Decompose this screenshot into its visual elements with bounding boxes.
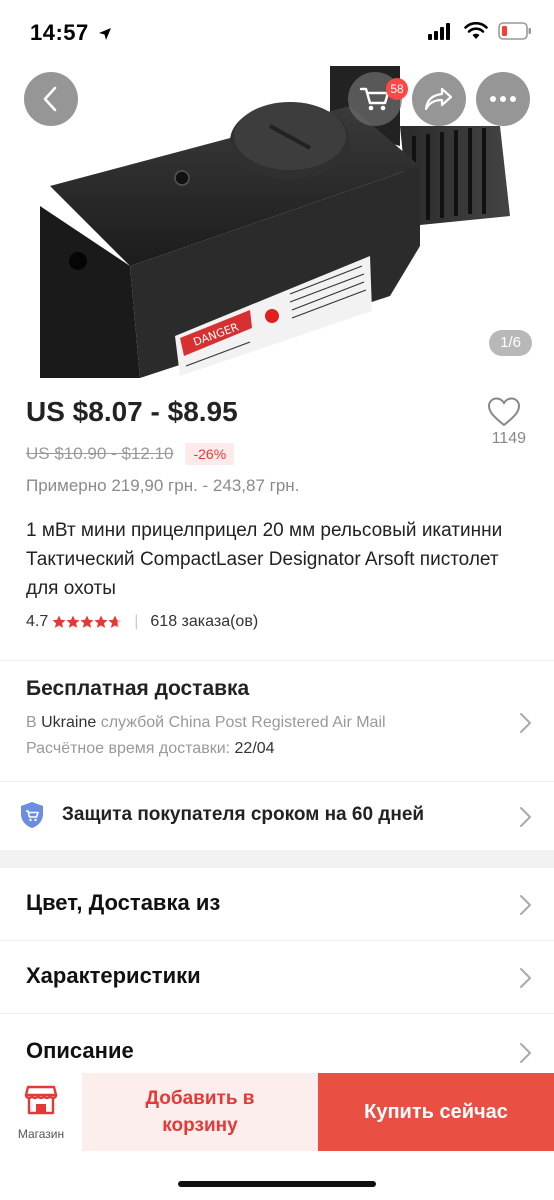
share-icon [424,87,453,111]
product-title: 1 мВт мини прицелприцел 20 мм рельсовый … [26,520,503,599]
more-icon [490,96,516,102]
status-icons [428,22,532,40]
home-indicator [178,1181,376,1187]
chevron-right-icon [520,807,531,827]
rating-separator: | [134,613,139,630]
status-time: 14:57 [30,20,112,46]
price: US $8.07 - $8.95 [26,396,238,427]
divider [0,1013,554,1014]
add-to-cart-button[interactable]: Добавить в корзину [82,1073,318,1151]
buyer-protection-text: Защита покупателя сроком на 60 дней [62,804,425,825]
chevron-right-icon [520,1043,531,1063]
back-icon [43,86,57,112]
star-icon [52,615,66,628]
approx-price: Примерно 219,90 грн. - 243,87 грн. [26,476,300,495]
discount-badge: -26% [185,443,235,465]
store-label: Магазин [17,1127,65,1141]
delivery-estimate: Расчётное время доставки: 22/04 [26,740,275,757]
menu-color-delivery[interactable]: Цвет, Доставка из [0,868,554,940]
product-image: DANGER [40,66,510,378]
wishlist-count: 1149 [491,430,526,447]
star-half-icon [108,615,122,628]
add-to-cart-label: Добавить в корзину [145,1088,255,1136]
menu-color-delivery-label: Цвет, Доставка из [26,890,221,915]
buyer-protection-row[interactable]: Защита покупателя сроком на 60 дней [0,790,554,844]
section-gap [0,850,554,868]
chevron-right-icon [520,968,531,988]
rating-stars [52,615,122,629]
store-button[interactable]: Магазин [0,1073,82,1151]
shipping-title: Бесплатная доставка [26,677,250,700]
delivery-date: 22/04 [234,740,275,757]
shipping-route: В Ukraine службой China Post Registered … [26,714,386,731]
rating-row[interactable]: 4.7 | 618 заказа(ов) [26,613,258,631]
old-price: US $10.90 - $12.10 [26,444,174,463]
back-button[interactable] [24,72,78,126]
menu-specifications-label: Характеристики [26,963,201,988]
shipping-service: службой China Post Registered Air Mail [100,714,386,731]
menu-description-label: Описание [26,1038,134,1063]
heart-icon [487,397,521,427]
old-price-row: US $10.90 - $12.10 -26% [26,443,235,465]
orders-count: 618 заказа(ов) [150,613,259,630]
cart-count-badge: 58 [386,78,408,100]
buy-now-button[interactable]: Купить сейчас [318,1073,554,1151]
star-icon [66,615,80,628]
buy-now-label: Купить сейчас [364,1100,508,1123]
chevron-right-icon [520,895,531,915]
price-block: US $8.07 - $8.95 [26,396,238,428]
star-icon [94,615,108,628]
wishlist-button[interactable] [482,396,526,433]
shipping-country: Ukraine [41,714,97,731]
signal-icon [428,23,450,40]
more-button[interactable] [476,72,530,126]
bottom-action-bar: Магазин Добавить в корзину Купить сейчас [0,1073,554,1200]
chevron-right-icon [520,713,531,733]
status-bar: 14:57 [0,0,554,66]
wifi-icon [464,22,488,39]
store-icon [24,1085,58,1115]
battery-icon [498,22,531,40]
location-arrow-icon [99,28,112,41]
rating-value: 4.7 [26,613,49,630]
star-icon [80,615,94,628]
divider [0,781,554,782]
share-button[interactable] [412,72,466,126]
image-page-indicator: 1/6 [489,330,532,356]
shield-cart-icon [21,802,43,828]
product-image-carousel[interactable]: DANGER 58 1/6 [0,66,554,378]
divider [0,660,554,661]
menu-specifications[interactable]: Характеристики [0,941,554,1013]
